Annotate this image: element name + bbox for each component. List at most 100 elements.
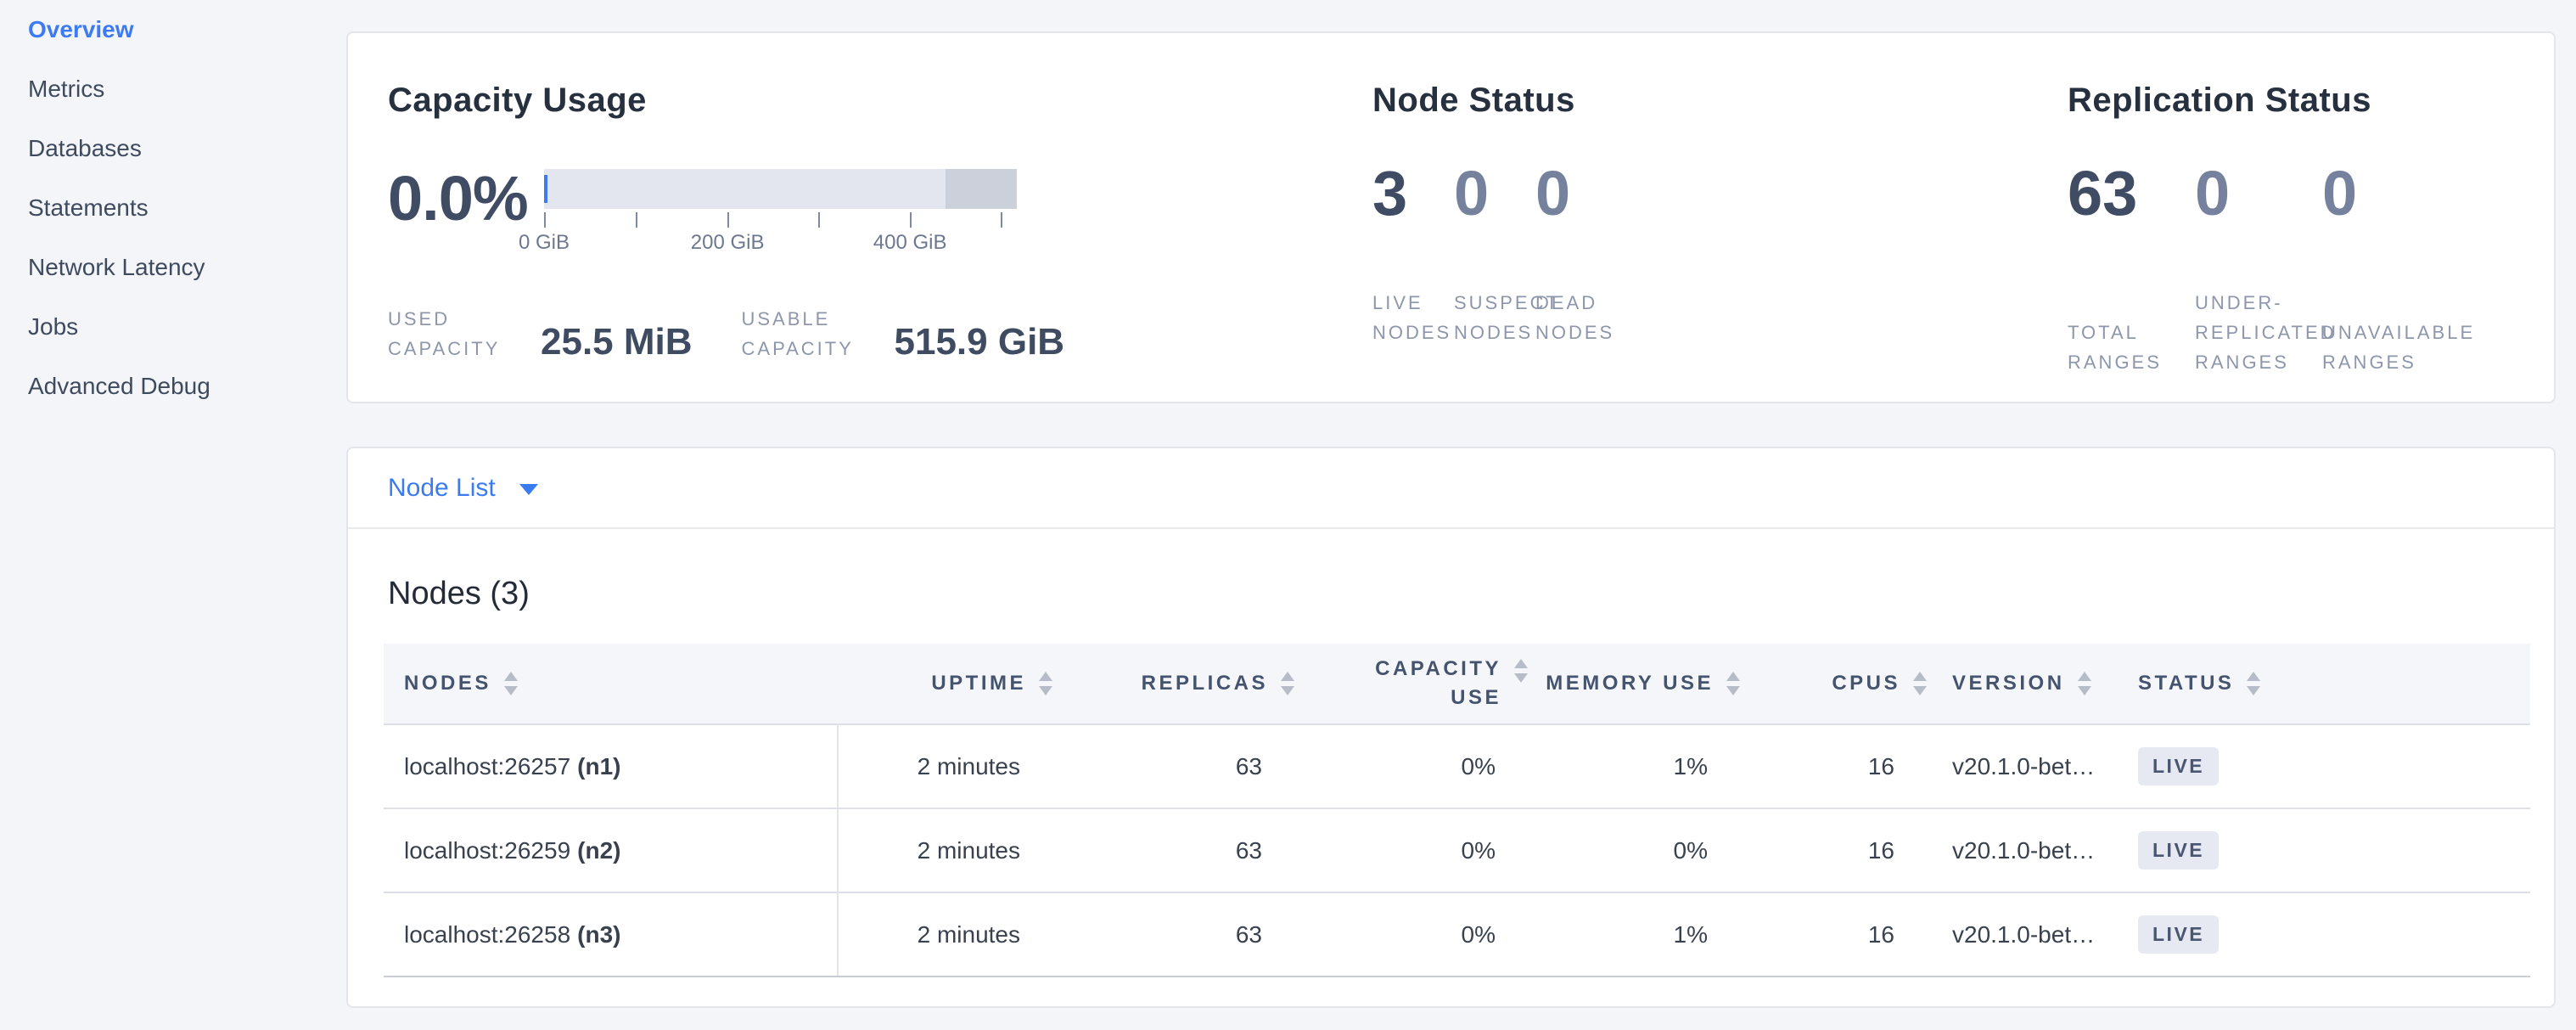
header-uptime[interactable]: UPTIME: [838, 644, 1052, 724]
status-badge: LIVE: [2138, 831, 2219, 870]
node-id: (n2): [577, 837, 620, 864]
capacity-gauge-ticks: [544, 212, 1017, 229]
capacity-usage-section: Capacity Usage 0.0%: [388, 82, 1372, 402]
sidebar-item-overview[interactable]: Overview: [28, 0, 346, 59]
header-cpus-label: CPUS: [1832, 672, 1900, 695]
node-memory-use: 1%: [1528, 724, 1740, 808]
capacity-gauge-reserved-segment: [946, 169, 1017, 209]
gauge-tick-label-0: 0 GiB: [519, 231, 570, 255]
sort-icon[interactable]: [2247, 672, 2260, 695]
dead-nodes-label: DEAD NODES: [1535, 288, 1617, 347]
header-version-label: VERSION: [1952, 672, 2065, 695]
sidebar-item-metrics[interactable]: Metrics: [28, 59, 346, 119]
used-capacity-value: 25.5 MiB: [541, 321, 693, 363]
gauge-tick-label-400: 400 GiB: [873, 231, 947, 255]
sidebar-item-network-latency[interactable]: Network Latency: [28, 238, 346, 297]
header-capacity-use-label: CAPACITY USE: [1361, 655, 1501, 712]
header-capacity-use[interactable]: CAPACITY USE: [1294, 644, 1528, 724]
total-ranges-label: TOTAL RANGES: [2068, 318, 2195, 377]
sidebar-item-statements[interactable]: Statements: [28, 178, 346, 238]
live-nodes-label: LIVE NODES: [1372, 288, 1454, 347]
suspect-nodes-count: 0: [1454, 164, 1535, 223]
sort-icon[interactable]: [1039, 672, 1052, 695]
sort-icon[interactable]: [1281, 672, 1294, 695]
node-list-dropdown-label: Node List: [388, 474, 496, 503]
usable-capacity-stat: USABLE CAPACITY 515.9 GiB: [742, 302, 1065, 363]
node-id: (n1): [577, 753, 620, 780]
node-version: v20.1.0-bet…: [1927, 892, 2130, 977]
total-ranges-count: 63: [2068, 164, 2195, 223]
node-address[interactable]: localhost:26257: [404, 753, 570, 780]
node-list-panel: Node List Nodes (3) NODES: [346, 447, 2556, 1008]
unavailable-ranges-count: 0: [2322, 164, 2450, 223]
used-capacity-stat: USED CAPACITY 25.5 MiB: [388, 302, 693, 363]
sidebar-item-databases[interactable]: Databases: [28, 119, 346, 178]
status-badge: LIVE: [2138, 747, 2219, 785]
unavailable-ranges-label: UNAVAILABLE RANGES: [2322, 318, 2450, 377]
sidebar-item-advanced-debug[interactable]: Advanced Debug: [28, 357, 346, 416]
capacity-gauge-used-segment: [544, 175, 547, 203]
header-replicas-label: REPLICAS: [1142, 672, 1268, 695]
node-cpus: 16: [1740, 892, 1927, 977]
header-memory-use[interactable]: MEMORY USE: [1528, 644, 1740, 724]
node-replicas: 63: [1052, 808, 1294, 892]
capacity-used-percent: 0.0%: [388, 169, 544, 228]
node-list-topbar: Node List: [348, 448, 2554, 529]
node-cpus: 16: [1740, 724, 1927, 808]
header-version[interactable]: VERSION: [1927, 644, 2130, 724]
dead-nodes-count: 0: [1535, 164, 1617, 223]
replication-status-section: Replication Status 63 0 0 TOTAL RANGES U…: [2068, 82, 2554, 402]
nodes-section-title: Nodes (3): [388, 576, 2530, 612]
node-memory-use: 1%: [1528, 892, 1740, 977]
node-list-dropdown[interactable]: Node List: [388, 474, 538, 503]
node-capacity-use: 0%: [1294, 808, 1528, 892]
sort-icon[interactable]: [1726, 672, 1740, 695]
header-memory-use-label: MEMORY USE: [1546, 672, 1714, 695]
used-capacity-label: USED CAPACITY: [388, 302, 522, 363]
header-nodes-label: NODES: [404, 672, 491, 695]
node-status-title: Node Status: [1372, 82, 2068, 120]
sort-icon[interactable]: [2078, 672, 2091, 695]
node-address[interactable]: localhost:26258: [404, 921, 570, 948]
header-nodes[interactable]: NODES: [384, 644, 838, 724]
cluster-summary-panel: Capacity Usage 0.0%: [346, 31, 2556, 403]
header-status[interactable]: STATUS: [2130, 644, 2530, 724]
status-badge: LIVE: [2138, 915, 2219, 954]
usable-capacity-value: 515.9 GiB: [895, 321, 1065, 363]
under-replicated-ranges-label: UNDER-REPLICATED RANGES: [2195, 288, 2322, 377]
nodes-section: Nodes (3) NODES UPTIME: [348, 529, 2554, 977]
header-uptime-label: UPTIME: [931, 672, 1026, 695]
header-replicas[interactable]: REPLICAS: [1052, 644, 1294, 724]
node-version: v20.1.0-bet…: [1927, 724, 2130, 808]
header-status-label: STATUS: [2138, 672, 2234, 695]
node-replicas: 63: [1052, 724, 1294, 808]
gauge-tick-label-200: 200 GiB: [691, 231, 765, 255]
node-cpus: 16: [1740, 808, 1927, 892]
live-nodes-count: 3: [1372, 164, 1454, 223]
node-uptime: 2 minutes: [838, 724, 1052, 808]
node-version: v20.1.0-bet…: [1927, 808, 2130, 892]
node-id: (n3): [577, 921, 620, 948]
node-address[interactable]: localhost:26259: [404, 837, 570, 864]
node-uptime: 2 minutes: [838, 892, 1052, 977]
sort-icon[interactable]: [504, 672, 518, 695]
node-memory-use: 0%: [1528, 808, 1740, 892]
nodes-table: NODES UPTIME REPLICAS CAPACITY USE: [384, 644, 2530, 977]
sort-icon[interactable]: [1514, 659, 1528, 683]
table-row[interactable]: localhost:26258(n3) 2 minutes 63 0% 1% 1…: [384, 892, 2530, 977]
node-capacity-use: 0%: [1294, 892, 1528, 977]
node-uptime: 2 minutes: [838, 808, 1052, 892]
header-cpus[interactable]: CPUS: [1740, 644, 1927, 724]
node-capacity-use: 0%: [1294, 724, 1528, 808]
sidebar: Overview Metrics Databases Statements Ne…: [0, 0, 346, 1030]
suspect-nodes-label: SUSPECT NODES: [1454, 288, 1535, 347]
sort-icon[interactable]: [1913, 672, 1927, 695]
table-row[interactable]: localhost:26259 (n2) 2 minutes 63 0% 0% 1…: [384, 808, 2530, 892]
page: Overview Metrics Databases Statements Ne…: [0, 0, 2576, 1030]
nodes-table-header-row: NODES UPTIME REPLICAS CAPACITY USE: [384, 644, 2530, 724]
sidebar-item-jobs[interactable]: Jobs: [28, 297, 346, 357]
main-content: Capacity Usage 0.0%: [346, 0, 2576, 1030]
replication-status-title: Replication Status: [2068, 82, 2554, 120]
capacity-gauge: 0 GiB 200 GiB 400 GiB: [544, 169, 1017, 256]
table-row[interactable]: localhost:26257 (n1) 2 minutes 63 0% 1% 1…: [384, 724, 2530, 808]
